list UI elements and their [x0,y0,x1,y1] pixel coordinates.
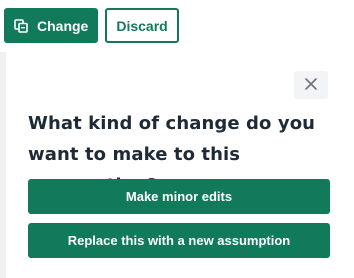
screen: Change Discard What kind of change do yo… [0,0,354,278]
close-button[interactable] [294,71,328,99]
change-button[interactable]: Change [4,8,99,43]
close-icon [304,76,318,95]
discard-button[interactable]: Discard [105,8,179,43]
action-toolbar: Change Discard [4,8,179,43]
make-minor-edits-button[interactable]: Make minor edits [28,179,330,214]
replace-assumption-button[interactable]: Replace this with a new assumption [28,223,330,258]
change-button-label: Change [37,17,89,34]
change-type-dialog: What kind of change do you want to make … [12,52,354,278]
copy-edit-icon [14,18,28,33]
side-divider [0,52,6,278]
